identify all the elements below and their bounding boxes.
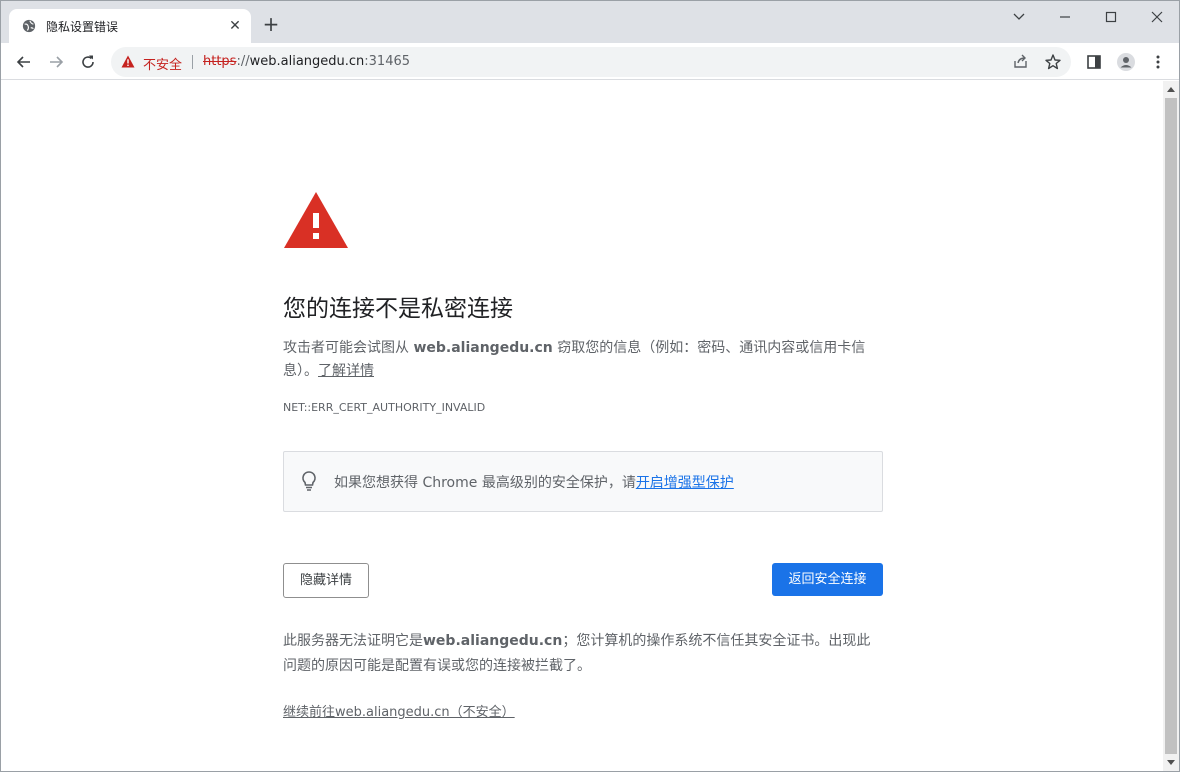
scroll-up-arrow-icon[interactable]	[1167, 87, 1175, 92]
toolbar: 不安全 https://web.aliangedu.cn:31465	[1, 43, 1179, 80]
side-panel-icon	[1087, 55, 1101, 69]
learn-more-link[interactable]: 了解详情	[318, 363, 374, 379]
error-code: NET::ERR_CERT_AUTHORITY_INVALID	[283, 401, 486, 414]
url-host: web.aliangedu.cn	[249, 54, 365, 69]
back-button[interactable]	[11, 49, 37, 75]
tab-close-icon[interactable]: ✕	[227, 18, 243, 34]
details-text: 此服务器无法证明它是web.aliangedu.cn；您计算机的操作系统不信任其…	[283, 629, 883, 679]
forward-arrow-icon	[50, 56, 64, 68]
details-prefix: 此服务器无法证明它是	[283, 633, 423, 649]
tip-text: 如果您想获得 Chrome 最高级别的安全保护，请开启增强型保护	[334, 472, 734, 492]
forward-button[interactable]	[43, 49, 69, 75]
desc-prefix: 攻击者可能会试图从	[283, 340, 414, 356]
tab-strip: 隐私设置错误 ✕ +	[1, 1, 1179, 43]
url-separator: ://	[236, 54, 250, 69]
url-text[interactable]: https://web.aliangedu.cn:31465	[203, 54, 410, 69]
details-host: web.aliangedu.cn	[423, 633, 563, 649]
profile-button[interactable]	[1113, 49, 1139, 75]
url-scheme: https	[203, 54, 237, 69]
profile-icon	[1117, 53, 1135, 71]
menu-button[interactable]	[1145, 49, 1171, 75]
proceed-unsafe-link[interactable]: 继续前往web.aliangedu.cn（不安全）	[283, 701, 515, 720]
url-port: :31465	[364, 54, 411, 69]
close-window-button[interactable]	[1134, 1, 1180, 33]
star-icon[interactable]	[1043, 52, 1063, 72]
minimize-button[interactable]	[1042, 1, 1088, 33]
share-icon[interactable]	[1011, 52, 1031, 72]
lightbulb-icon	[302, 471, 316, 491]
page-title: 您的连接不是私密连接	[283, 296, 513, 322]
reload-icon	[82, 55, 94, 68]
enhanced-protection-link[interactable]: 开启增强型保护	[636, 475, 734, 491]
address-bar[interactable]: 不安全 https://web.aliangedu.cn:31465	[111, 47, 1071, 77]
tip-body: 如果您想获得 Chrome 最高级别的安全保护，请	[334, 475, 636, 491]
back-to-safety-button[interactable]: 返回安全连接	[772, 563, 883, 596]
globe-icon	[22, 19, 36, 33]
not-secure-label[interactable]: 不安全	[143, 54, 182, 73]
reload-button[interactable]	[75, 49, 101, 75]
desc-host: web.aliangedu.cn	[413, 340, 553, 356]
warning-triangle-icon[interactable]	[121, 55, 135, 68]
vertical-scrollbar[interactable]	[1163, 81, 1179, 771]
error-description: 攻击者可能会试图从 web.aliangedu.cn 窃取您的信息（例如：密码、…	[283, 337, 883, 383]
tab-title: 隐私设置错误	[46, 20, 119, 34]
close-icon	[1151, 11, 1163, 23]
chevron-down-icon	[1013, 13, 1025, 20]
warning-triangle-icon	[284, 192, 348, 248]
minimize-icon	[1060, 16, 1070, 18]
scroll-thumb[interactable]	[1165, 98, 1177, 754]
tab-search-button[interactable]	[996, 1, 1042, 33]
page-content: 您的连接不是私密连接 攻击者可能会试图从 web.aliangedu.cn 窃取…	[1, 81, 1163, 771]
back-arrow-icon	[16, 56, 30, 68]
side-panel-button[interactable]	[1081, 49, 1107, 75]
security-divider	[192, 55, 193, 69]
new-tab-button[interactable]: +	[260, 14, 282, 36]
scroll-down-arrow-icon[interactable]	[1167, 760, 1175, 765]
hide-details-button[interactable]: 隐藏详情	[283, 563, 369, 598]
browser-window: 隐私设置错误 ✕ + 不安全 https://web.aliangedu.cn:…	[0, 0, 1180, 772]
maximize-icon	[1105, 11, 1117, 23]
tab-active[interactable]: 隐私设置错误 ✕	[9, 9, 251, 43]
enhanced-protection-tip: 如果您想获得 Chrome 最高级别的安全保护，请开启增强型保护	[283, 451, 883, 512]
kebab-menu-icon	[1156, 55, 1160, 69]
maximize-button[interactable]	[1088, 1, 1134, 33]
